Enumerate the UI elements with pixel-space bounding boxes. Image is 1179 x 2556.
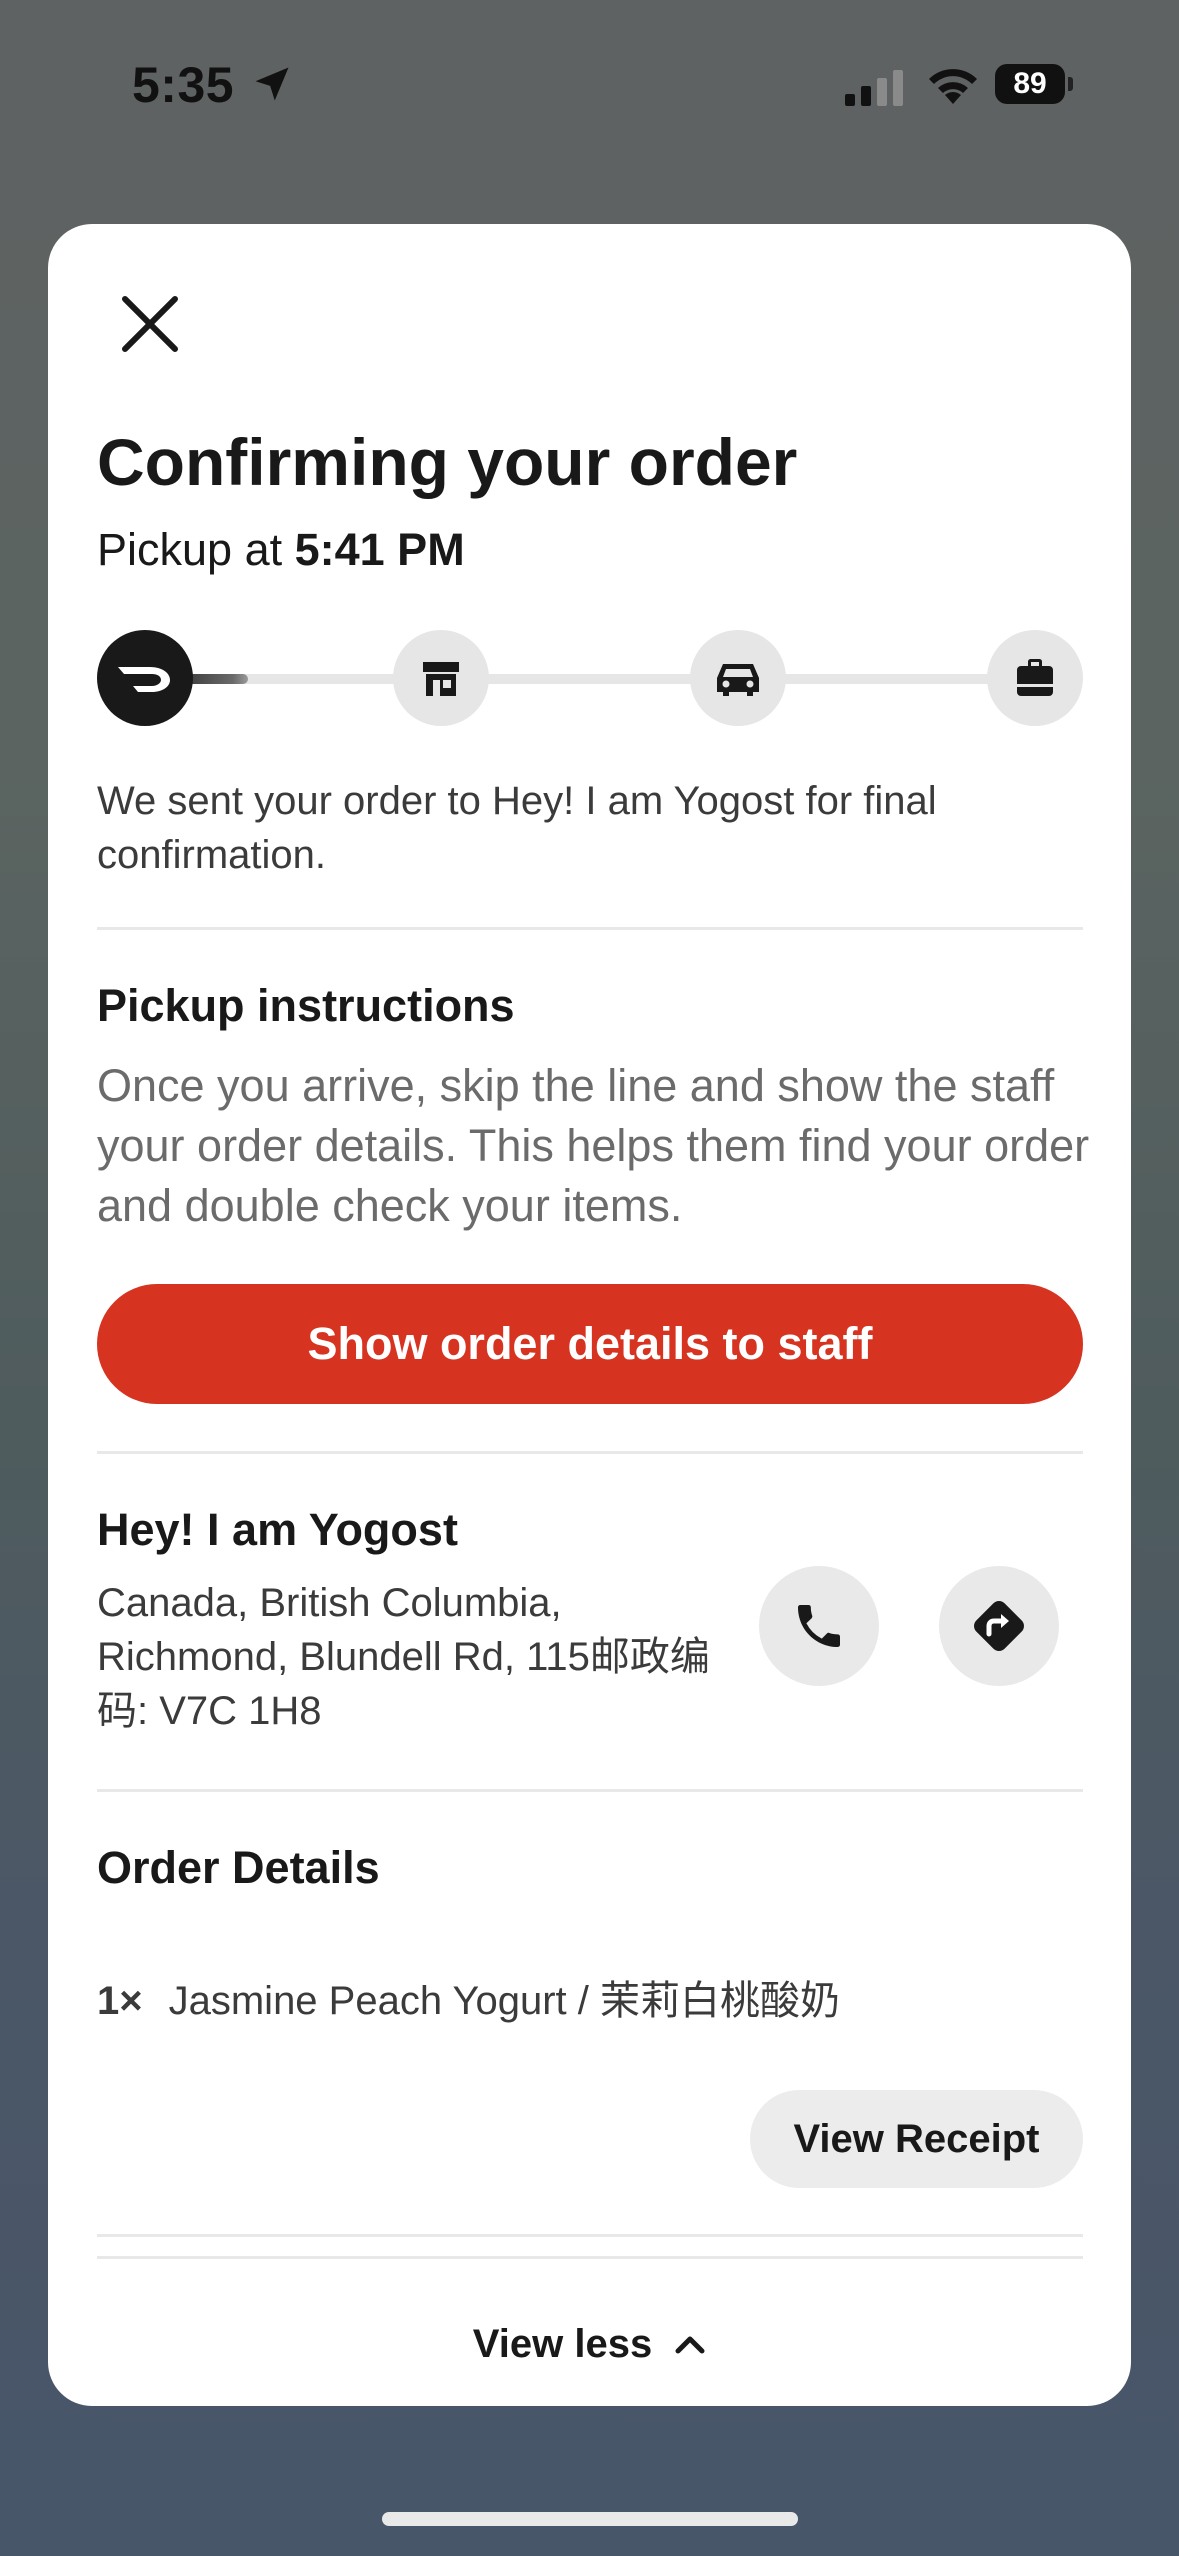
divider xyxy=(97,2256,1083,2259)
chevron-up-icon xyxy=(675,2336,705,2354)
view-less-button[interactable]: View less xyxy=(48,2304,1131,2384)
show-order-details-button[interactable]: Show order details to staff xyxy=(97,1284,1083,1404)
view-less-label: View less xyxy=(472,2321,653,2366)
divider xyxy=(97,927,1083,930)
step-confirming xyxy=(97,630,193,726)
cellular-signal-icon xyxy=(845,70,903,106)
store-name: Hey! I am Yogost xyxy=(97,1504,458,1555)
divider xyxy=(97,1451,1083,1454)
store-address: Canada, British Columbia, Richmond, Blun… xyxy=(97,1581,710,1733)
order-status-sheet: Confirming your order Pickup at 5:41 PM xyxy=(48,224,1131,2406)
doordash-logo-icon xyxy=(118,667,170,692)
store-icon xyxy=(423,662,459,696)
wifi-icon xyxy=(929,69,977,104)
progress-track xyxy=(145,674,1035,684)
location-arrow-icon xyxy=(255,67,289,101)
item-quantity: 1× xyxy=(97,1979,143,2023)
confirmation-message: We sent your order to Hey! I am Yogost f… xyxy=(97,779,937,877)
pickup-instructions-body: Once you arrive, skip the line and show … xyxy=(97,1060,1090,1231)
pickup-time-prefix: Pickup at xyxy=(97,524,295,575)
page-title: Confirming your order xyxy=(97,425,798,499)
status-time: 5:35 xyxy=(132,57,235,113)
item-name: Jasmine Peach Yogurt / 茉莉白桃酸奶 xyxy=(168,1979,840,2023)
divider xyxy=(97,1789,1083,1792)
step-store xyxy=(393,630,489,726)
pickup-instructions-title: Pickup instructions xyxy=(97,980,515,1031)
home-indicator[interactable] xyxy=(382,2512,798,2526)
call-store-button[interactable] xyxy=(759,1566,879,1686)
phone-icon xyxy=(798,1605,840,1647)
step-on-the-way xyxy=(690,630,786,726)
battery-indicator: 89 xyxy=(995,64,1075,108)
directions-icon xyxy=(974,1601,1024,1651)
battery-level: 89 xyxy=(1013,67,1047,100)
close-icon xyxy=(122,296,178,352)
divider xyxy=(97,2234,1083,2237)
step-picked-up xyxy=(987,630,1083,726)
pickup-time: Pickup at 5:41 PM xyxy=(97,524,465,576)
close-button[interactable] xyxy=(108,282,192,366)
order-details-title: Order Details xyxy=(97,1842,380,1893)
status-bar: 5:35 89 xyxy=(0,0,1179,170)
pickup-time-value: 5:41 PM xyxy=(294,524,465,575)
bag-icon xyxy=(1017,659,1053,696)
order-progress-tracker xyxy=(97,630,1083,726)
view-receipt-button[interactable]: View Receipt xyxy=(750,2090,1083,2188)
directions-button[interactable] xyxy=(939,1566,1059,1686)
order-item: 1× Jasmine Peach Yogurt / 茉莉白桃酸奶 xyxy=(97,1968,840,2026)
car-icon xyxy=(717,664,759,696)
